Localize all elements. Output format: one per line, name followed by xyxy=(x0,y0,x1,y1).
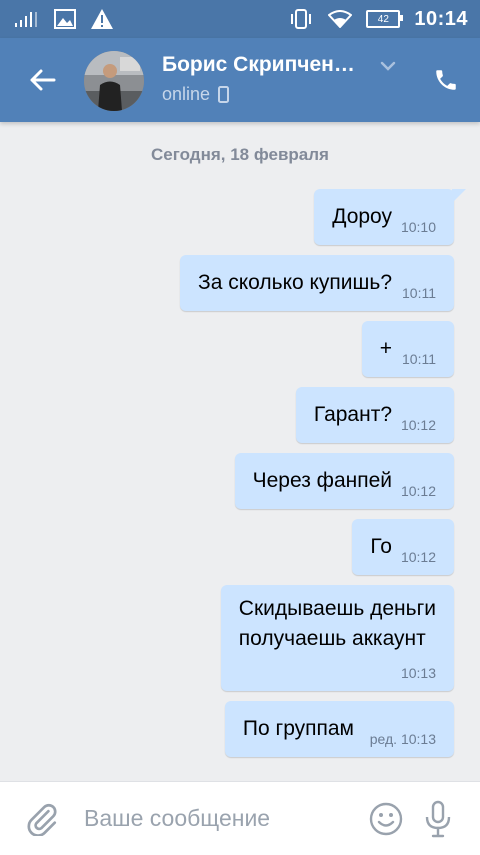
phone-icon xyxy=(436,70,456,90)
date-separator: Сегодня, 18 февраля xyxy=(151,145,329,164)
message-bubble[interactable]: Скидываешь деньги получаешь аккаунт 10:1… xyxy=(220,585,454,691)
message-bubble[interactable]: Го 10:12 xyxy=(352,519,454,575)
warning-icon xyxy=(91,9,113,29)
battery-level: 42 xyxy=(377,13,389,25)
message-time: 10:13 xyxy=(400,665,436,681)
smiley-icon xyxy=(369,802,403,835)
contact-status: online xyxy=(162,84,230,105)
chat-header: Борис Скрипчен… online xyxy=(0,38,480,122)
message-time: 10:11 xyxy=(402,351,436,367)
message-bubble[interactable]: За сколько купишь? 10:11 xyxy=(180,255,454,311)
attach-button[interactable] xyxy=(12,789,72,849)
paperclip-icon xyxy=(27,803,57,836)
message-composer: Ваше сообщение xyxy=(0,781,480,855)
microphone-icon xyxy=(425,800,451,837)
message-bubble[interactable]: По группам ред. 10:13 xyxy=(224,701,454,757)
message-time: 10:12 xyxy=(400,483,436,499)
mobile-icon xyxy=(218,86,230,103)
message-time: 10:12 xyxy=(400,417,436,433)
message-text: Дороу xyxy=(332,205,392,228)
avatar-photo xyxy=(84,51,144,111)
message-bubble[interactable]: Дороу 10:10 xyxy=(314,189,466,245)
message-text: Гарант? xyxy=(313,403,392,426)
gallery-icon xyxy=(54,9,76,29)
online-status-text: online xyxy=(162,84,211,104)
signal-icon xyxy=(15,12,37,27)
contact-name[interactable]: Борис Скрипчен… xyxy=(162,53,355,77)
message-bubble[interactable]: + 10:11 xyxy=(361,321,454,377)
voice-message-button[interactable] xyxy=(412,793,464,845)
call-button[interactable] xyxy=(426,60,466,100)
message-time: 10:11 xyxy=(402,285,436,301)
message-text: За сколько купишь? xyxy=(198,271,392,294)
message-time: 10:12 xyxy=(400,549,436,565)
back-button[interactable] xyxy=(22,60,62,100)
battery-icon: 42 xyxy=(366,10,404,28)
message-time: 10:10 xyxy=(400,219,436,235)
arrow-left-icon xyxy=(30,69,56,91)
message-bubble[interactable]: Гарант? 10:12 xyxy=(295,387,454,443)
chevron-down-icon[interactable] xyxy=(380,58,396,76)
status-bar: 42 10:14 xyxy=(0,0,480,38)
clock: 10:14 xyxy=(414,7,468,30)
message-bubble[interactable]: Через фанпей 10:12 xyxy=(234,453,454,509)
avatar[interactable] xyxy=(84,51,144,111)
emoji-button[interactable] xyxy=(360,793,412,845)
wifi-icon xyxy=(328,10,353,28)
message-text: Через фанпей xyxy=(252,469,392,492)
message-text: Го xyxy=(370,535,392,558)
message-text: Скидываешь деньги получаешь аккаунт xyxy=(238,597,436,650)
message-text: По группам xyxy=(242,717,354,740)
message-input[interactable]: Ваше сообщение xyxy=(72,805,360,832)
message-text: + xyxy=(379,337,392,360)
message-time: ред. 10:13 xyxy=(369,731,436,747)
vibrate-icon xyxy=(291,9,312,29)
